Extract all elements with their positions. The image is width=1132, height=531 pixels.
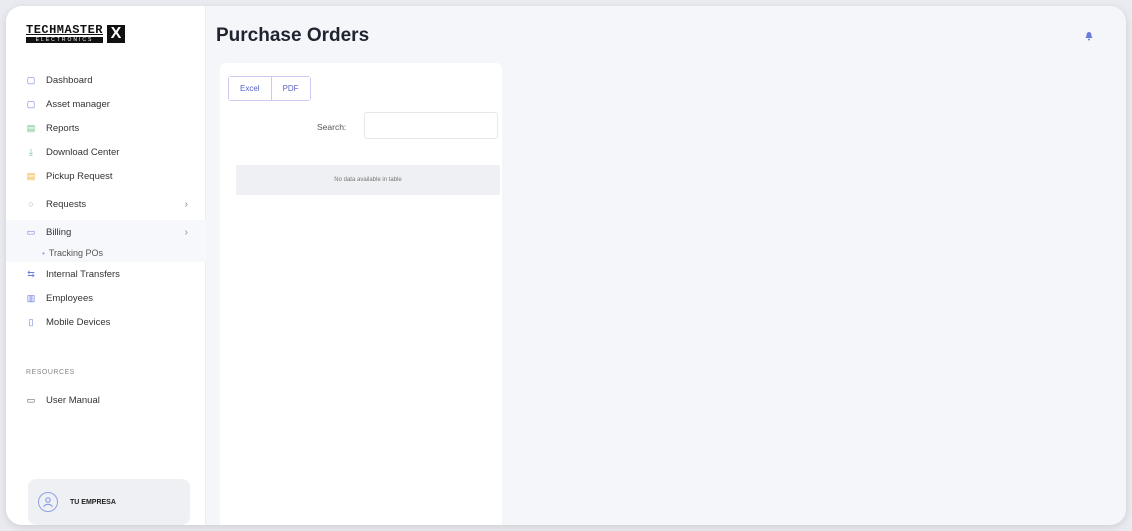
sidebar-item-employees[interactable]: ▥ Employees [6,286,206,310]
user-avatar-icon [38,492,58,512]
search-input[interactable] [364,112,498,139]
pickup-icon: ▤ [26,171,36,181]
sidebar-subitem-label: Tracking POs [48,248,103,258]
sidebar-item-download-center[interactable]: ⤓ Download Center [6,140,206,164]
sidebar: TECHMASTER ELECTRONICS X ▢ Dashboard ▢ A… [6,6,206,525]
asset-icon: ▢ [26,99,36,109]
user-icon [43,497,53,508]
brand-sub: ELECTRONICS [26,37,104,43]
bullet-icon: • [42,248,45,258]
sidebar-item-internal-transfers[interactable]: ⇆ Internal Transfers [6,262,206,286]
employees-icon: ▥ [26,293,36,303]
app-window: TECHMASTER ELECTRONICS X ▢ Dashboard ▢ A… [6,6,1126,525]
resources-heading: RESOURCES [26,369,75,376]
resources-list: ▭ User Manual [6,388,206,412]
sidebar-item-label: Asset manager [46,98,110,110]
page-title: Purchase Orders [216,25,370,46]
book-icon: ▭ [26,395,36,405]
transfer-icon: ⇆ [27,269,35,279]
sidebar-subitem-tracking-pos[interactable]: • Tracking POs [6,244,206,262]
sidebar-nav: ▢ Dashboard ▢ Asset manager ▤ Reports ⤓ … [6,68,206,334]
sidebar-item-label: Internal Transfers [46,268,120,280]
reports-icon: ▤ [26,123,36,133]
sidebar-item-mobile-devices[interactable]: ▯ Mobile Devices [6,310,206,334]
orders-card: Excel PDF Search: No data available in t… [220,63,502,525]
export-button-group: Excel PDF [228,76,311,101]
billing-icon: ▭ [26,227,36,237]
sidebar-item-pickup-request[interactable]: ▤ Pickup Request [6,164,206,188]
sidebar-item-asset-manager[interactable]: ▢ Asset manager [6,92,206,116]
chevron-right-icon: › [184,226,188,238]
sidebar-item-label: Billing [46,226,72,238]
sidebar-item-label: Employees [46,292,93,304]
sidebar-item-label: Download Center [46,146,120,158]
pdf-button[interactable]: PDF [270,77,310,100]
empty-table-row: No data available in table [236,165,500,195]
brand-logo[interactable]: TECHMASTER ELECTRONICS X [26,23,126,43]
sidebar-item-label: Reports [46,122,80,134]
requests-icon: ○ [28,199,34,209]
sidebar-item-label: Mobile Devices [46,316,111,328]
sidebar-item-label: Requests [46,198,87,210]
sidebar-item-reports[interactable]: ▤ Reports [6,116,206,140]
sidebar-item-label: Dashboard [46,74,93,86]
bell-icon[interactable] [1084,28,1094,41]
dashboard-icon: ▢ [26,75,36,85]
search-label: Search: [317,122,347,132]
sidebar-item-dashboard[interactable]: ▢ Dashboard [6,68,206,92]
sidebar-item-billing[interactable]: ▭ Billing › [6,220,206,244]
sidebar-item-requests[interactable]: ○ Requests › [6,192,206,216]
excel-button[interactable]: Excel [229,77,271,100]
company-card[interactable]: TU EMPRESA [28,479,190,525]
brand-mark: X [107,24,126,43]
mobile-icon: ▯ [28,317,34,327]
chevron-right-icon: › [184,198,188,210]
sidebar-item-label: Pickup Request [46,170,113,182]
download-icon: ⤓ [29,147,33,157]
sidebar-item-label: User Manual [46,394,100,406]
company-name: TU EMPRESA [70,498,116,506]
sidebar-item-user-manual[interactable]: ▭ User Manual [6,388,206,412]
brand-name: TECHMASTER [26,23,104,37]
